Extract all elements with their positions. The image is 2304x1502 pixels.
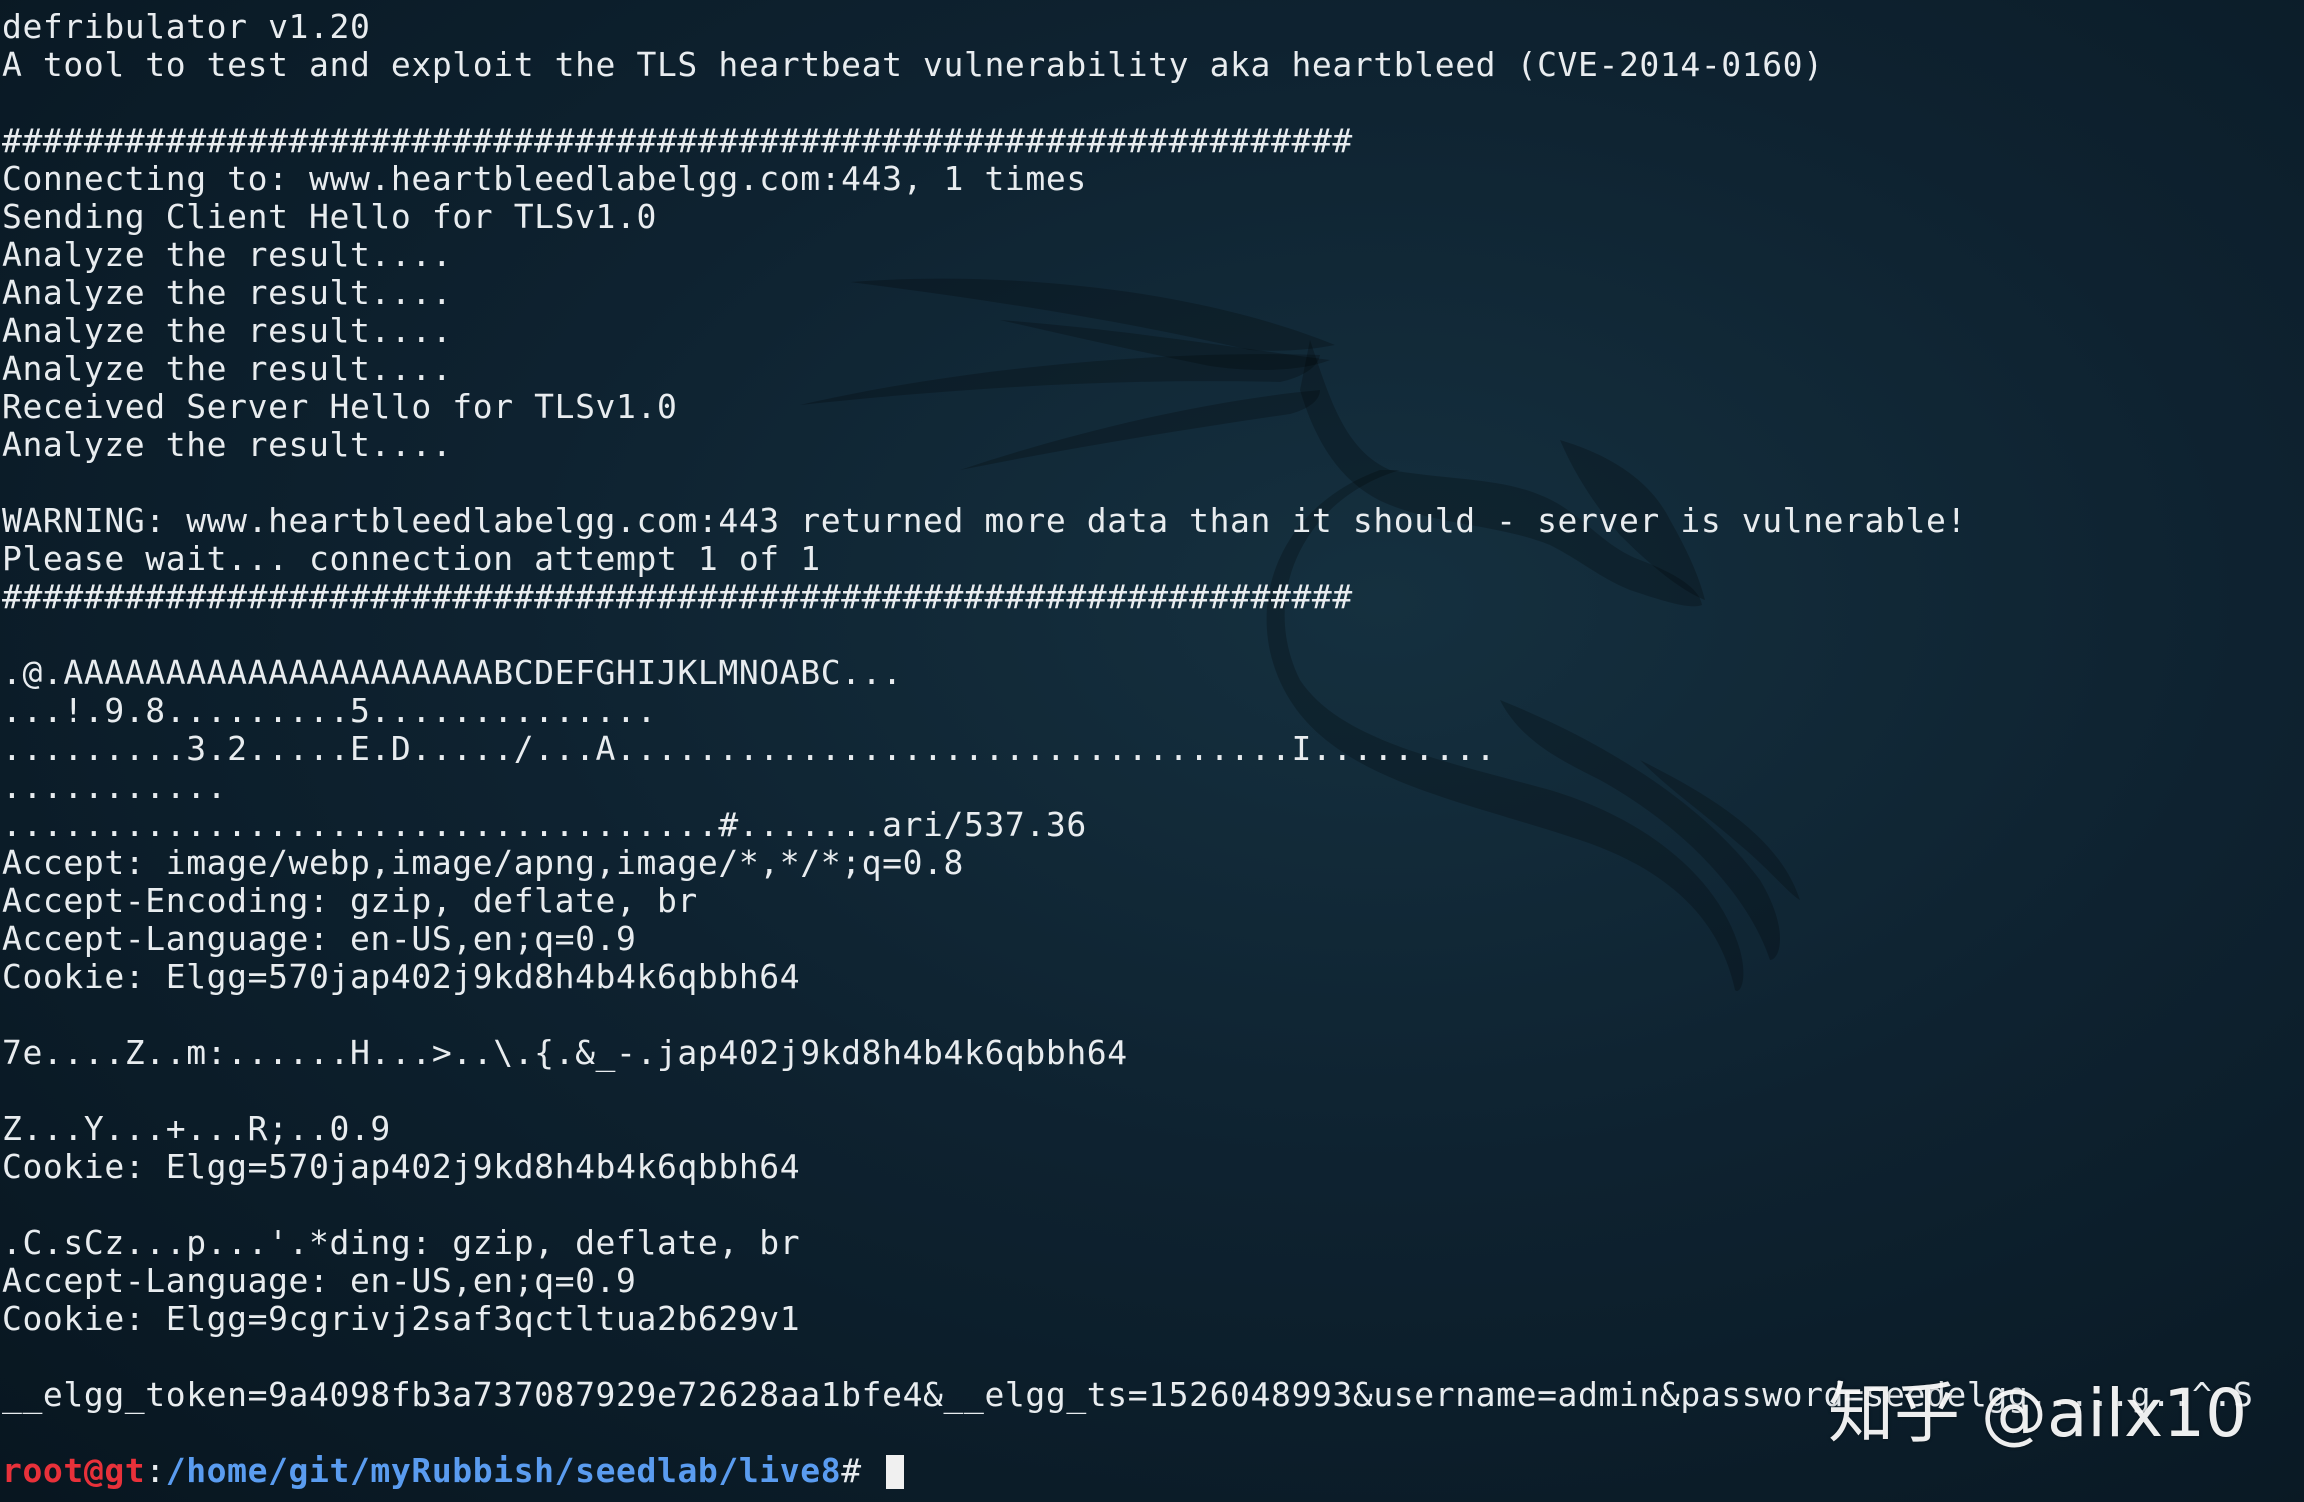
output-line: Accept: image/webp,image/apng,image/*,*/…: [2, 843, 964, 882]
output-line: Analyze the result....: [2, 349, 453, 388]
output-line: Cookie: Elgg=570jap402j9kd8h4b4k6qbbh64: [2, 1147, 801, 1186]
prompt-symbol: #: [841, 1451, 883, 1490]
output-line: Analyze the result....: [2, 273, 453, 312]
output-line: Received Server Hello for TLSv1.0: [2, 387, 678, 426]
prompt-separator: :: [145, 1451, 166, 1490]
output-line: Z...Y...+...R;..0.9: [2, 1109, 391, 1148]
output-line: Analyze the result....: [2, 425, 453, 464]
output-line: ...!.9.8.........5..............: [2, 691, 657, 730]
output-line: Analyze the result....: [2, 311, 453, 350]
output-line: Please wait... connection attempt 1 of 1: [2, 539, 821, 578]
output-line: .........3.2.....E.D...../...A..........…: [2, 729, 1497, 768]
prompt-path: /home/git/myRubbish/seedlab/live8: [165, 1451, 842, 1490]
prompt-user-host: root@gt: [2, 1451, 146, 1490]
text-cursor[interactable]: [886, 1455, 905, 1489]
warning-line: WARNING: www.heartbleedlabelgg.com:443 r…: [2, 501, 1967, 540]
terminal-window[interactable]: defribulator v1.20 A tool to test and ex…: [0, 0, 2304, 1502]
watermark: 知乎 @ailx10: [1828, 1375, 2248, 1452]
output-line: Cookie: Elgg=9cgrivj2saf3qctltua2b629v1: [2, 1299, 801, 1338]
output-line: 7e....Z..m:......H...>..\.{.&_-.jap402j9…: [2, 1033, 1128, 1072]
output-line: ########################################…: [2, 577, 1353, 616]
output-line: Sending Client Hello for TLSv1.0: [2, 197, 657, 236]
terminal-output: defribulator v1.20 A tool to test and ex…: [2, 8, 2253, 1490]
output-line: .C.sCz...p...'.*ding: gzip, deflate, br: [2, 1223, 801, 1262]
output-line: ...........: [2, 767, 228, 806]
output-line: Accept-Language: en-US,en;q=0.9: [2, 1261, 637, 1300]
output-line: A tool to test and exploit the TLS heart…: [2, 45, 1824, 84]
output-line: Cookie: Elgg=570jap402j9kd8h4b4k6qbbh64: [2, 957, 801, 996]
output-line: Accept-Encoding: gzip, deflate, br: [2, 881, 698, 920]
output-line: Accept-Language: en-US,en;q=0.9: [2, 919, 637, 958]
shell-prompt[interactable]: root@gt:/home/git/myRubbish/seedlab/live…: [2, 1452, 2253, 1490]
output-line: Analyze the result....: [2, 235, 453, 274]
output-line: defribulator v1.20: [2, 7, 371, 46]
output-line: ########################################…: [2, 121, 1353, 160]
output-line: ...................................#....…: [2, 805, 1087, 844]
output-line: .@.AAAAAAAAAAAAAAAAAAAAABCDEFGHIJKLMNOAB…: [2, 653, 903, 692]
output-line: Connecting to: www.heartbleedlabelgg.com…: [2, 159, 1087, 198]
